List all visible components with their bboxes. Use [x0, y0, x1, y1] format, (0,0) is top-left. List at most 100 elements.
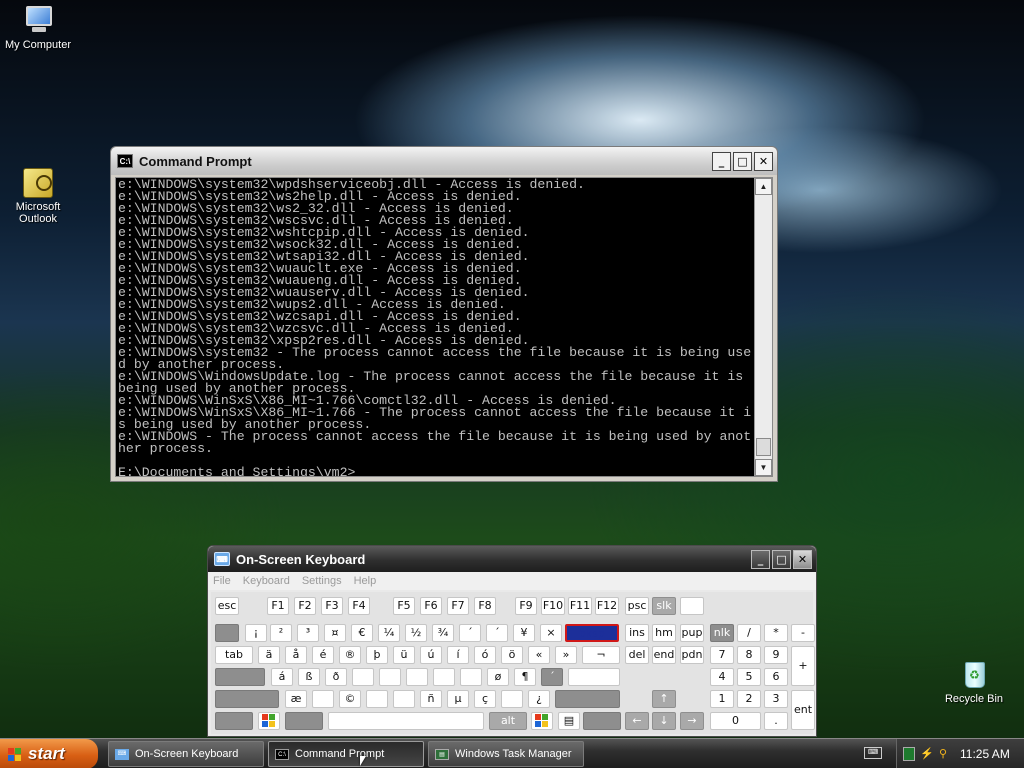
- desktop-icon-my-computer[interactable]: My Computer: [0, 4, 76, 51]
- key[interactable]: [433, 668, 455, 686]
- maximize-button[interactable]: □: [733, 151, 752, 171]
- key[interactable]: ¥: [513, 624, 535, 642]
- menu-settings[interactable]: Settings: [302, 575, 342, 587]
- key-pdn[interactable]: pdn: [680, 646, 704, 664]
- key[interactable]: [215, 624, 239, 642]
- key[interactable]: [285, 712, 323, 730]
- maximize-button[interactable]: □: [772, 549, 791, 569]
- start-button[interactable]: start: [0, 739, 98, 768]
- key[interactable]: [555, 690, 620, 708]
- osk-titlebar[interactable]: ⌨ On-Screen Keyboard _ □ ✕: [208, 546, 816, 572]
- key[interactable]: €: [351, 624, 373, 642]
- key-tab[interactable]: tab: [215, 646, 253, 664]
- key[interactable]: é: [312, 646, 334, 664]
- menu-file[interactable]: File: [213, 575, 231, 587]
- key[interactable]: ¿: [528, 690, 550, 708]
- key-F7[interactable]: F7: [447, 597, 469, 615]
- key-F9[interactable]: F9: [515, 597, 537, 615]
- key-5[interactable]: 5: [737, 668, 761, 686]
- vertical-scrollbar[interactable]: ▲ ▼: [754, 178, 772, 476]
- menu-keyboard[interactable]: Keyboard: [243, 575, 290, 587]
- key[interactable]: ©: [339, 690, 361, 708]
- key[interactable]: «: [528, 646, 550, 664]
- key[interactable]: [328, 712, 484, 730]
- key[interactable]: ü: [393, 646, 415, 664]
- on-screen-keyboard-window[interactable]: ⌨ On-Screen Keyboard _ □ ✕ File Keyboard…: [207, 545, 817, 737]
- key[interactable]: ´: [541, 668, 563, 686]
- key[interactable]: µ: [447, 690, 469, 708]
- key-end[interactable]: end: [652, 646, 676, 664]
- key-6[interactable]: 6: [764, 668, 788, 686]
- key-F2[interactable]: F2: [294, 597, 316, 615]
- menu-help[interactable]: Help: [354, 575, 377, 587]
- key-psc[interactable]: psc: [625, 597, 649, 615]
- key[interactable]: ö: [501, 646, 523, 664]
- key[interactable]: [460, 668, 482, 686]
- task-manager-tray-icon[interactable]: [903, 747, 915, 761]
- task-command-prompt[interactable]: C:\ Command Prompt: [268, 741, 424, 767]
- key-ent[interactable]: ent: [791, 690, 815, 730]
- close-button[interactable]: ✕: [793, 549, 812, 569]
- key[interactable]: ¬: [582, 646, 620, 664]
- key[interactable]: [379, 668, 401, 686]
- key[interactable]: [568, 668, 620, 686]
- key-bksp[interactable]: bksp: [565, 624, 619, 642]
- key[interactable]: ¡: [245, 624, 267, 642]
- task-on-screen-keyboard[interactable]: ⌨ On-Screen Keyboard: [108, 741, 264, 767]
- key[interactable]: ²: [270, 624, 292, 642]
- key[interactable]: [583, 712, 621, 730]
- key[interactable]: [352, 668, 374, 686]
- key[interactable]: ¼: [378, 624, 400, 642]
- network-icon[interactable]: ⚡: [920, 747, 934, 761]
- key[interactable]: á: [271, 668, 293, 686]
- key[interactable]: ñ: [420, 690, 442, 708]
- task-windows-task-manager[interactable]: ▤ Windows Task Manager: [428, 741, 584, 767]
- key[interactable]: ³: [297, 624, 319, 642]
- key-slk[interactable]: slk: [652, 597, 676, 615]
- key-F11[interactable]: F11: [568, 597, 592, 615]
- minimize-button[interactable]: _: [751, 549, 770, 569]
- key[interactable]: [312, 690, 334, 708]
- key-2[interactable]: 2: [737, 690, 761, 708]
- minimize-button[interactable]: _: [712, 151, 731, 171]
- key[interactable]: ø: [487, 668, 509, 686]
- key-0[interactable]: 0: [710, 712, 761, 730]
- key-win[interactable]: [531, 712, 553, 730]
- key[interactable]: ó: [474, 646, 496, 664]
- key[interactable]: æ: [285, 690, 307, 708]
- key-F6[interactable]: F6: [420, 597, 442, 615]
- key[interactable]: í: [447, 646, 469, 664]
- cmd-titlebar[interactable]: C:\ Command Prompt _ □ ✕: [111, 147, 777, 175]
- key-F3[interactable]: F3: [321, 597, 343, 615]
- key-F8[interactable]: F8: [474, 597, 496, 615]
- desktop-icon-outlook[interactable]: Microsoft Outlook: [0, 168, 76, 225]
- key[interactable]: *: [764, 624, 788, 642]
- key-alt[interactable]: alt: [489, 712, 527, 730]
- key[interactable]: /: [737, 624, 761, 642]
- close-button[interactable]: ✕: [754, 151, 773, 171]
- key[interactable]: [406, 668, 428, 686]
- key-menu[interactable]: ▤: [558, 712, 580, 730]
- key-win[interactable]: [258, 712, 280, 730]
- search-icon[interactable]: ⚲: [937, 747, 949, 761]
- key[interactable]: ↓: [652, 712, 676, 730]
- key-3[interactable]: 3: [764, 690, 788, 708]
- key[interactable]: [215, 712, 253, 730]
- key[interactable]: [366, 690, 388, 708]
- key[interactable]: þ: [366, 646, 388, 664]
- key[interactable]: ´: [459, 624, 481, 642]
- key-nlk[interactable]: nlk: [710, 624, 734, 642]
- scroll-down-icon[interactable]: ▼: [755, 459, 772, 476]
- key[interactable]: [215, 668, 265, 686]
- key-8[interactable]: 8: [737, 646, 761, 664]
- key[interactable]: [215, 690, 279, 708]
- key-F5[interactable]: F5: [393, 597, 415, 615]
- scroll-up-icon[interactable]: ▲: [755, 178, 772, 195]
- key[interactable]: +: [791, 646, 815, 686]
- key-F4[interactable]: F4: [348, 597, 370, 615]
- key[interactable]: ¾: [432, 624, 454, 642]
- key[interactable]: [501, 690, 523, 708]
- key[interactable]: å: [285, 646, 307, 664]
- key[interactable]: ú: [420, 646, 442, 664]
- keyboard-tray-icon[interactable]: ⌨: [864, 747, 882, 759]
